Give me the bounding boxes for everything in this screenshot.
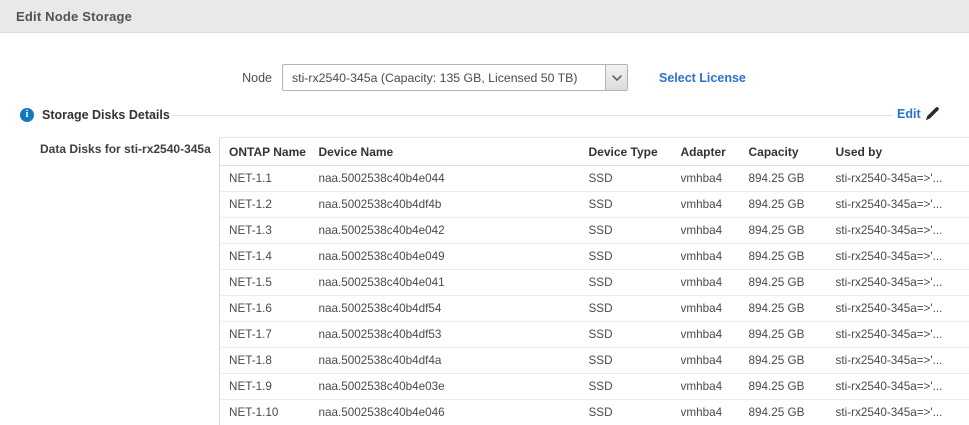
table-body: NET-1.1naa.5002538c40b4e044SSDvmhba4894.… bbox=[220, 166, 969, 425]
cell-device-type: SSD bbox=[589, 400, 681, 425]
cell-capacity: 894.25 GB bbox=[749, 374, 836, 400]
cell-device-name: naa.5002538c40b4df54 bbox=[319, 296, 589, 322]
cell-device-name: naa.5002538c40b4df4a bbox=[319, 348, 589, 374]
cell-capacity: 894.25 GB bbox=[749, 400, 836, 425]
table-row: NET-1.8naa.5002538c40b4df4aSSDvmhba4894.… bbox=[220, 348, 969, 374]
cell-capacity: 894.25 GB bbox=[749, 192, 836, 218]
cell-adapter: vmhba4 bbox=[681, 348, 749, 374]
cell-used-by: sti-rx2540-345a=>'... bbox=[836, 400, 969, 425]
node-select[interactable]: sti-rx2540-345a (Capacity: 135 GB, Licen… bbox=[282, 64, 628, 91]
cell-used-by: sti-rx2540-345a=>'... bbox=[836, 348, 969, 374]
table-row: NET-1.9naa.5002538c40b4e03eSSDvmhba4894.… bbox=[220, 374, 969, 400]
cell-device-name: naa.5002538c40b4e049 bbox=[319, 244, 589, 270]
column-header-ontap-name: ONTAP Name bbox=[220, 138, 319, 166]
cell-device-name: naa.5002538c40b4df53 bbox=[319, 322, 589, 348]
cell-ontap-name: NET-1.10 bbox=[220, 400, 319, 425]
column-header-capacity: Capacity bbox=[749, 138, 836, 166]
cell-ontap-name: NET-1.4 bbox=[220, 244, 319, 270]
cell-adapter: vmhba4 bbox=[681, 166, 749, 192]
cell-used-by: sti-rx2540-345a=>'... bbox=[836, 296, 969, 322]
storage-disks-table: ONTAP Name Device Name Device Type Adapt… bbox=[219, 137, 969, 425]
table-row: NET-1.2naa.5002538c40b4df4bSSDvmhba4894.… bbox=[220, 192, 969, 218]
cell-ontap-name: NET-1.6 bbox=[220, 296, 319, 322]
cell-adapter: vmhba4 bbox=[681, 374, 749, 400]
cell-device-name: naa.5002538c40b4e042 bbox=[319, 218, 589, 244]
cell-device-name: naa.5002538c40b4df4b bbox=[319, 192, 589, 218]
cell-device-type: SSD bbox=[589, 270, 681, 296]
edit-link[interactable]: Edit bbox=[897, 107, 921, 121]
cell-device-type: SSD bbox=[589, 322, 681, 348]
data-disks-caption: Data Disks for sti-rx2540-345a bbox=[40, 142, 211, 156]
cell-device-type: SSD bbox=[589, 166, 681, 192]
info-icon[interactable]: i bbox=[20, 108, 34, 122]
cell-used-by: sti-rx2540-345a=>'... bbox=[836, 270, 969, 296]
table-row: NET-1.5naa.5002538c40b4e041SSDvmhba4894.… bbox=[220, 270, 969, 296]
cell-adapter: vmhba4 bbox=[681, 296, 749, 322]
cell-ontap-name: NET-1.8 bbox=[220, 348, 319, 374]
cell-ontap-name: NET-1.9 bbox=[220, 374, 319, 400]
cell-device-name: naa.5002538c40b4e046 bbox=[319, 400, 589, 425]
cell-device-type: SSD bbox=[589, 192, 681, 218]
column-header-device-name: Device Name bbox=[319, 138, 589, 166]
section-title: Storage Disks Details bbox=[42, 108, 170, 122]
cell-adapter: vmhba4 bbox=[681, 192, 749, 218]
table-row: NET-1.7naa.5002538c40b4df53SSDvmhba4894.… bbox=[220, 322, 969, 348]
cell-device-name: naa.5002538c40b4e044 bbox=[319, 166, 589, 192]
cell-device-type: SSD bbox=[589, 348, 681, 374]
table-row: NET-1.6naa.5002538c40b4df54SSDvmhba4894.… bbox=[220, 296, 969, 322]
cell-used-by: sti-rx2540-345a=>'... bbox=[836, 218, 969, 244]
table-row: NET-1.1naa.5002538c40b4e044SSDvmhba4894.… bbox=[220, 166, 969, 192]
cell-used-by: sti-rx2540-345a=>'... bbox=[836, 166, 969, 192]
cell-adapter: vmhba4 bbox=[681, 244, 749, 270]
cell-device-name: naa.5002538c40b4e041 bbox=[319, 270, 589, 296]
table-row: NET-1.10naa.5002538c40b4e046SSDvmhba4894… bbox=[220, 400, 969, 425]
node-select-value: sti-rx2540-345a (Capacity: 135 GB, Licen… bbox=[283, 65, 605, 90]
cell-ontap-name: NET-1.2 bbox=[220, 192, 319, 218]
cell-ontap-name: NET-1.5 bbox=[220, 270, 319, 296]
cell-used-by: sti-rx2540-345a=>'... bbox=[836, 244, 969, 270]
cell-capacity: 894.25 GB bbox=[749, 218, 836, 244]
cell-ontap-name: NET-1.1 bbox=[220, 166, 319, 192]
table-row: NET-1.3naa.5002538c40b4e042SSDvmhba4894.… bbox=[220, 218, 969, 244]
cell-capacity: 894.25 GB bbox=[749, 296, 836, 322]
cell-adapter: vmhba4 bbox=[681, 400, 749, 425]
column-header-used-by: Used by bbox=[836, 138, 969, 166]
column-header-adapter: Adapter bbox=[681, 138, 749, 166]
dialog-title: Edit Node Storage bbox=[16, 9, 132, 24]
node-label: Node bbox=[218, 71, 272, 85]
table-row: NET-1.4naa.5002538c40b4e049SSDvmhba4894.… bbox=[220, 244, 969, 270]
cell-device-type: SSD bbox=[589, 296, 681, 322]
cell-device-type: SSD bbox=[589, 374, 681, 400]
cell-capacity: 894.25 GB bbox=[749, 270, 836, 296]
section-divider bbox=[172, 115, 893, 116]
cell-capacity: 894.25 GB bbox=[749, 322, 836, 348]
cell-used-by: sti-rx2540-345a=>'... bbox=[836, 322, 969, 348]
cell-ontap-name: NET-1.3 bbox=[220, 218, 319, 244]
cell-capacity: 894.25 GB bbox=[749, 244, 836, 270]
cell-adapter: vmhba4 bbox=[681, 270, 749, 296]
cell-used-by: sti-rx2540-345a=>'... bbox=[836, 374, 969, 400]
cell-capacity: 894.25 GB bbox=[749, 166, 836, 192]
table-header-row: ONTAP Name Device Name Device Type Adapt… bbox=[220, 138, 969, 166]
cell-adapter: vmhba4 bbox=[681, 322, 749, 348]
dialog-titlebar: Edit Node Storage bbox=[0, 0, 969, 33]
select-license-link[interactable]: Select License bbox=[659, 71, 746, 85]
cell-ontap-name: NET-1.7 bbox=[220, 322, 319, 348]
edit-node-storage-dialog: Edit Node Storage Node sti-rx2540-345a (… bbox=[0, 0, 969, 425]
chevron-down-icon[interactable] bbox=[605, 65, 627, 90]
cell-device-type: SSD bbox=[589, 218, 681, 244]
cell-device-name: naa.5002538c40b4e03e bbox=[319, 374, 589, 400]
pencil-icon[interactable] bbox=[925, 106, 941, 122]
column-header-device-type: Device Type bbox=[589, 138, 681, 166]
cell-device-type: SSD bbox=[589, 244, 681, 270]
cell-used-by: sti-rx2540-345a=>'... bbox=[836, 192, 969, 218]
cell-capacity: 894.25 GB bbox=[749, 348, 836, 374]
cell-adapter: vmhba4 bbox=[681, 218, 749, 244]
